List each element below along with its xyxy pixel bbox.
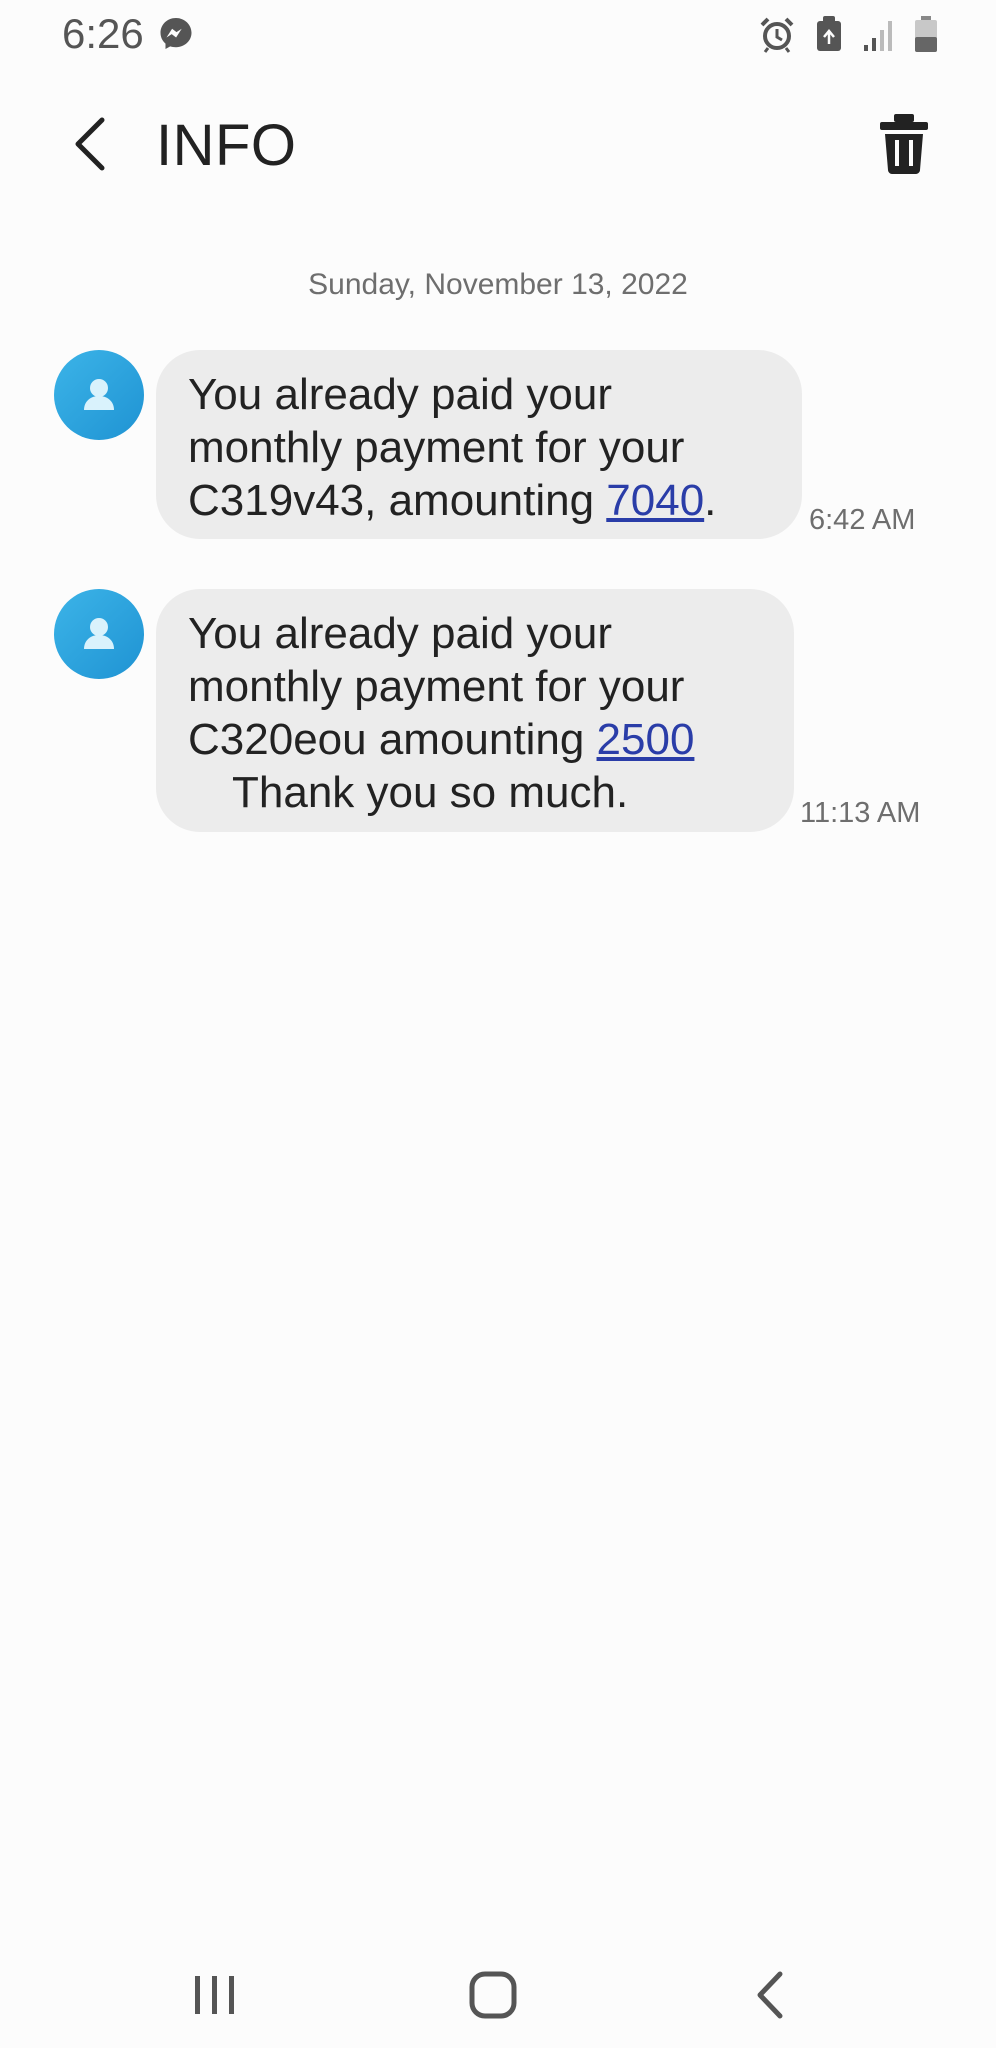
number-link[interactable]: 7040 [606, 476, 704, 525]
message-text-line: C320eou amounting 2500 [188, 713, 764, 766]
message-text-line: Thank you so much. [232, 768, 629, 817]
home-icon[interactable] [458, 1960, 528, 2030]
app-bar: INFO [0, 90, 996, 200]
messenger-icon [160, 18, 192, 49]
message-timestamp: 11:13 AM [800, 797, 921, 829]
date-separator: Sunday, November 13, 2022 [308, 268, 688, 301]
message-timestamp: 6:42 AM [809, 504, 916, 536]
status-time: 6:26 [62, 10, 144, 57]
contact-person-icon [84, 618, 114, 649]
storage-icon [817, 16, 841, 51]
message-text-line: monthly payment for your [188, 662, 685, 711]
status-icons [758, 14, 938, 54]
recents-icon[interactable] [180, 1960, 250, 2030]
message-text-line: You already paid your [188, 370, 613, 419]
number-link[interactable]: 2500 [597, 715, 695, 764]
avatar[interactable] [54, 589, 144, 679]
message-text: . [704, 476, 717, 525]
message-text: C319v43, amounting [188, 476, 607, 525]
avatar[interactable] [54, 350, 144, 440]
back-icon[interactable] [736, 1960, 806, 2030]
message-text-line: You already paid your [188, 609, 613, 658]
battery-icon [915, 16, 937, 52]
message-text-line: C319v43, amounting 7040. [188, 474, 772, 527]
message-text: C320eou amounting [188, 715, 597, 764]
alarm-icon [760, 17, 794, 53]
page-title: INFO [156, 113, 297, 178]
back-arrow-icon[interactable] [58, 112, 118, 176]
status-bar: 6:26 [0, 0, 996, 66]
message-text-line: monthly payment for your [188, 423, 685, 472]
message-bubble[interactable]: You already paid your monthly payment fo… [156, 589, 794, 832]
contact-person-icon [84, 379, 114, 410]
navigation-bar [0, 1940, 996, 2048]
trash-icon[interactable] [874, 112, 934, 174]
message-bubble[interactable]: You already paid your monthly payment fo… [156, 350, 802, 539]
signal-icon [864, 21, 892, 51]
